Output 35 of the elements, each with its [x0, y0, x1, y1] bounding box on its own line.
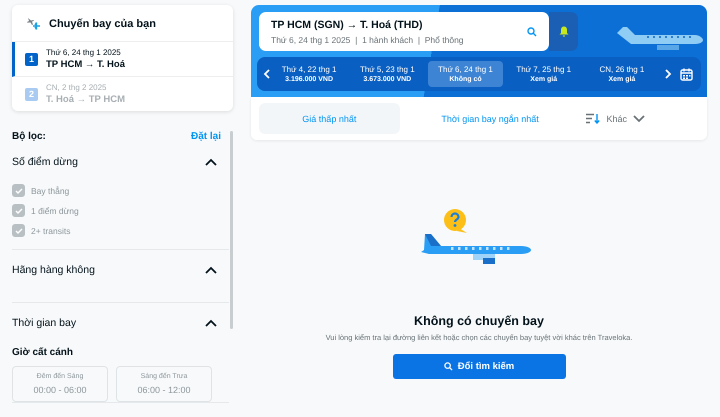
- bell-icon: [558, 26, 568, 37]
- calendar-icon[interactable]: [680, 68, 693, 80]
- section-title: Số điểm dừng: [12, 156, 78, 168]
- route-title: TP HCM (SGN) → T. Hoá (THD): [271, 18, 424, 30]
- section-title: Thời gian bay: [12, 317, 76, 329]
- scrollbar[interactable]: [230, 131, 233, 329]
- checkmark-icon: [14, 186, 22, 194]
- change-search-button[interactable]: Đổi tìm kiếm: [392, 354, 566, 379]
- card-title: Chuyến bay của bạn: [49, 18, 156, 30]
- sort-icon: [586, 113, 600, 124]
- chevron-left-icon[interactable]: [263, 69, 270, 79]
- option-label: 1 điểm dừng: [31, 206, 79, 216]
- filter-title: Bộ lọc:: [12, 131, 46, 142]
- planes-icon: [26, 17, 41, 31]
- sort-tab[interactable]: Thời gian bay ngắn nhất: [408, 103, 572, 134]
- search-icon: [444, 362, 453, 371]
- chevron-up-icon[interactable]: [205, 319, 217, 327]
- trip-leg[interactable]: 1 Thứ 6, 24 thg 1 2025 TP HCM → T. Hoá: [12, 42, 233, 77]
- chevron-right-icon[interactable]: [665, 69, 672, 79]
- search-icon[interactable]: [527, 26, 537, 36]
- checkmark-icon: [14, 206, 22, 214]
- trip-details: Thứ 6, 24 thg 1 2025 | 1 hành khách | Phổ thông: [271, 34, 464, 44]
- checkmark-icon: [14, 226, 22, 234]
- reset-link[interactable]: Đặt lại: [190, 131, 221, 142]
- section-title: Hãng hàng không: [12, 264, 95, 276]
- chevron-down-icon[interactable]: [633, 114, 645, 122]
- more-sort-button[interactable]: Khác: [580, 112, 651, 125]
- option-label: 2+ transits: [31, 226, 70, 236]
- subsection-title: Giờ cất cánh: [12, 347, 74, 358]
- sort-tab[interactable]: Giá thấp nhất: [259, 103, 400, 134]
- chevron-up-icon[interactable]: [205, 266, 217, 274]
- chevron-up-icon[interactable]: [205, 158, 217, 166]
- alert-button[interactable]: [549, 12, 578, 51]
- option-label: Bay thẳng: [31, 186, 70, 196]
- empty-title: Không có chuyến bay: [414, 314, 544, 328]
